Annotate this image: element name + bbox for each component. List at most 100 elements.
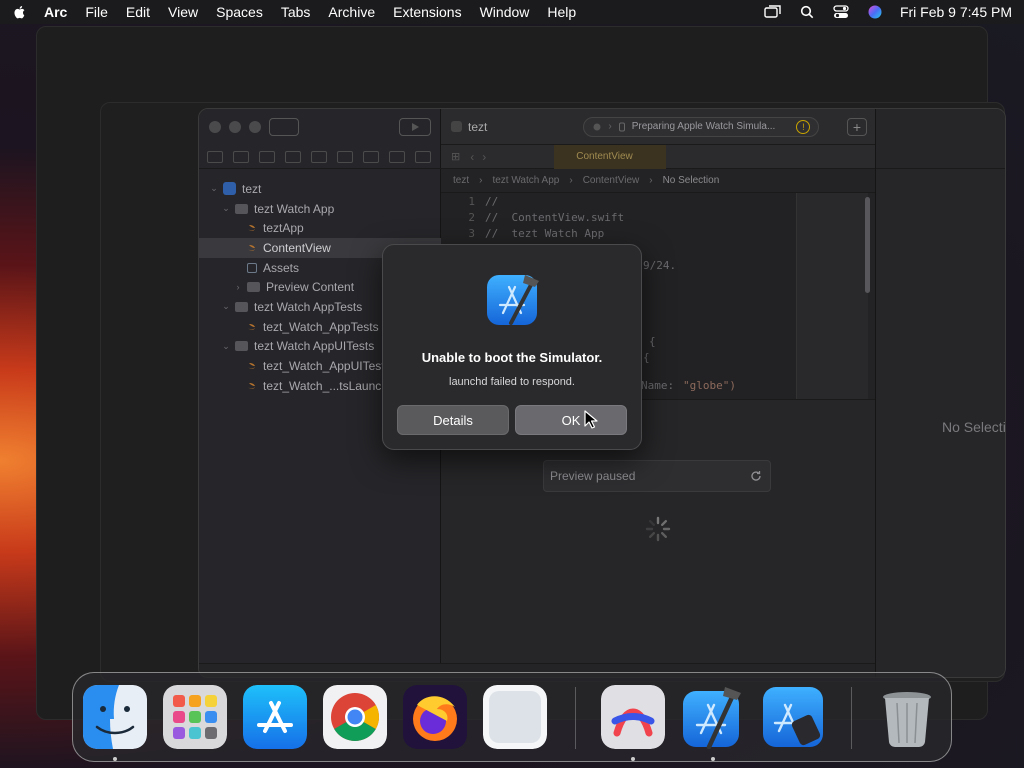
code-line: // [485,195,499,208]
trash-icon [883,692,931,748]
activity-status[interactable]: › Preparing Apple Watch Simula... ! [583,116,820,137]
editor-scrollbar[interactable] [865,197,870,293]
spotlight-search-icon[interactable] [798,5,816,19]
menu-window[interactable]: Window [480,4,530,20]
source-control-icon[interactable] [233,150,249,163]
assets-icon [247,262,257,273]
menu-archive[interactable]: Archive [328,4,375,20]
line-number: 3 [468,227,475,240]
menu-clock[interactable]: Fri Feb 9 7:45 PM [900,4,1012,20]
sidebar-toggle-icon[interactable] [269,118,299,136]
mouse-cursor-icon [584,410,598,429]
disclosure-open-icon[interactable]: ⌄ [221,341,231,352]
warning-icon[interactable]: ! [796,119,811,134]
dock-trash[interactable] [875,685,939,749]
dock-blank-app[interactable] [483,685,547,749]
details-button[interactable]: Details [397,405,509,435]
chevron-right-icon: › [479,175,483,186]
navigator-tabs [199,145,441,169]
tree-item[interactable]: ⌄ tezt [199,179,441,199]
tree-item[interactable]: teztApp [199,218,441,238]
project-icon [451,121,462,132]
add-library-icon[interactable]: + [847,118,867,136]
menu-view[interactable]: View [168,4,198,20]
tree-item-label: tezt [242,181,262,196]
menu-help[interactable]: Help [547,4,576,20]
folder-icon [235,203,248,214]
close-window-button[interactable] [209,121,221,133]
tab-contentview[interactable]: ContentView [554,144,667,169]
preview-status-text: Preview paused [550,469,636,483]
menu-spaces[interactable]: Spaces [216,4,263,20]
breakpoint-navigator-icon[interactable] [389,150,405,163]
menu-app-name[interactable]: Arc [44,4,67,20]
grid-icon[interactable]: ⊞ [451,150,460,163]
simulator-icon [763,687,823,747]
inspector-panel: No Selection [875,109,1005,677]
firefox-icon [403,685,467,749]
forward-icon[interactable]: › [482,150,486,164]
chevron-right-icon: › [608,121,612,132]
code-string: "globe") [683,379,736,392]
disclosure-open-icon[interactable]: ⌄ [221,203,231,214]
control-center-icon[interactable] [832,5,850,19]
tree-item[interactable]: ⌄ tezt Watch App [199,199,441,219]
menu-edit[interactable]: Edit [126,4,150,20]
jumpbar-group[interactable]: tezt Watch App [492,175,559,186]
tree-item-label: tezt Watch App [254,201,335,216]
apple-menu-icon[interactable] [12,4,28,20]
jumpbar-project[interactable]: tezt [453,175,469,186]
minimap[interactable] [796,193,868,399]
test-navigator-icon[interactable] [337,150,353,163]
line-number: 2 [468,211,475,224]
menu-tabs[interactable]: Tabs [281,4,311,20]
menu-bar: Arc File Edit View Spaces Tabs Archive E… [0,0,1024,24]
ok-button[interactable]: OK [515,405,627,435]
jumpbar-no-selection[interactable]: No Selection [663,175,720,186]
tree-item-label: teztApp [263,221,304,236]
disclosure-open-icon[interactable]: ⌄ [221,301,231,312]
dock-chrome[interactable] [323,685,387,749]
code-line: // ContentView.swift [485,211,625,224]
folder-icon [235,341,248,352]
line-number: 1 [468,195,475,208]
dock-arc[interactable] [601,685,665,749]
finder-icon [83,685,147,749]
window-overview-icon[interactable] [764,5,782,19]
dock-launchpad[interactable] [163,685,227,749]
disclosure-open-icon[interactable]: ⌄ [209,183,219,194]
tree-item-label: tezt_Watch_AppUITests [263,359,391,374]
zoom-window-button[interactable] [249,121,261,133]
back-icon[interactable]: ‹ [470,150,474,164]
folder-icon [235,301,248,312]
refresh-icon[interactable] [750,470,762,482]
dock-finder[interactable] [83,685,147,749]
jumpbar-file[interactable]: ContentView [583,175,640,186]
watch-device-icon [593,123,601,130]
symbol-navigator-icon[interactable] [259,150,275,163]
report-navigator-icon[interactable] [415,150,431,163]
dock-separator [575,687,576,749]
debug-navigator-icon[interactable] [363,150,379,163]
disclosure-closed-icon[interactable]: › [233,282,243,292]
preview-paused-banner[interactable]: Preview paused [543,460,771,492]
menu-file[interactable]: File [85,4,108,20]
folder-navigator-icon[interactable] [207,150,223,163]
swift-file-icon [247,361,257,371]
dock-xcode[interactable] [681,685,745,749]
dock-simulator[interactable] [761,685,825,749]
find-navigator-icon[interactable] [285,150,301,163]
tab-label: ContentView [576,151,633,162]
launchpad-icon [163,685,227,749]
menu-extensions[interactable]: Extensions [393,4,461,20]
dock-app-store[interactable] [243,685,307,749]
issue-navigator-icon[interactable] [311,150,327,163]
minimize-window-button[interactable] [229,121,241,133]
dock-firefox[interactable] [403,685,467,749]
watch-icon [618,122,625,131]
chevron-right-icon: › [569,175,573,186]
tree-item-label: tezt Watch AppUITests [254,339,375,354]
run-button[interactable] [399,118,431,136]
scheme-selector[interactable]: tezt [451,120,487,134]
siri-icon[interactable] [866,5,884,19]
